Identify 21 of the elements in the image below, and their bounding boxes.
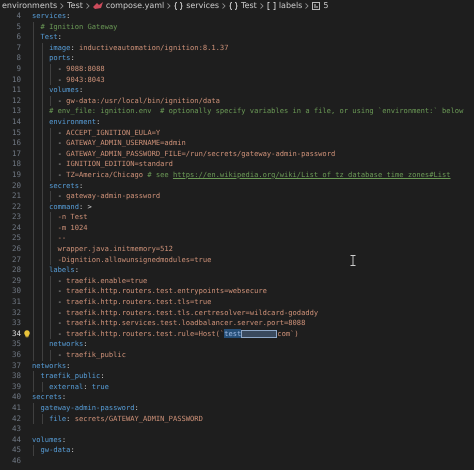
chevron-icon [260, 2, 264, 8]
chevron-icon [86, 2, 90, 8]
braces-icon [229, 2, 238, 10]
braces-icon [174, 2, 184, 10]
brackets-icon [266, 2, 276, 10]
breadcrumb-item[interactable]: Test [241, 0, 257, 11]
chevron-icon [167, 2, 172, 8]
field-icon [312, 2, 320, 10]
lightbulb-icon[interactable] [22, 330, 30, 338]
breadcrumb-item[interactable]: environments [2, 0, 58, 11]
chevron-icon [222, 2, 226, 8]
breadcrumb-item[interactable]: labels [278, 0, 302, 11]
breadcrumb-item[interactable]: compose.yaml [106, 0, 164, 11]
breadcrumb-item[interactable]: services [186, 0, 220, 11]
chevron-icon [305, 2, 310, 8]
chevron-icon [60, 2, 64, 8]
text-cursor-icon [350, 255, 356, 266]
redacted-area [241, 330, 278, 338]
breadcrumb-item[interactable]: Test [67, 0, 83, 11]
breadcrumb-item[interactable]: 5 [323, 0, 328, 11]
yaml-file-icon [92, 2, 103, 9]
